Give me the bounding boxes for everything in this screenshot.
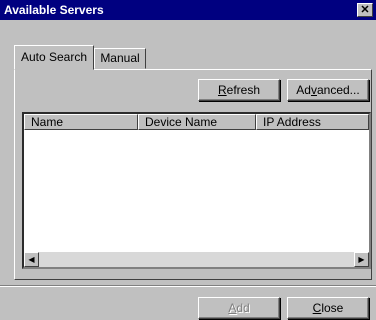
scroll-left-arrow-icon[interactable]: ◀ <box>24 252 39 267</box>
horizontal-scrollbar[interactable]: ◀ ▶ <box>24 252 369 267</box>
refresh-label: efresh <box>226 83 261 97</box>
add-button[interactable]: Add <box>198 297 280 319</box>
column-header-ip-address[interactable]: IP Address <box>256 114 369 130</box>
advanced-label-pre: Ad <box>296 83 311 97</box>
close-label: lose <box>321 301 344 315</box>
tab-manual[interactable]: Manual <box>94 48 146 69</box>
column-header-device-name[interactable]: Device Name <box>138 114 256 130</box>
add-label: dd <box>236 301 250 315</box>
scroll-right-arrow-icon[interactable]: ▶ <box>354 252 369 267</box>
window-title: Available Servers <box>4 3 104 17</box>
close-window-button[interactable]: ✕ <box>357 3 373 17</box>
advanced-label-post: anced... <box>316 83 360 97</box>
footer-divider <box>0 285 376 287</box>
server-list[interactable]: Name Device Name IP Address ◀ ▶ <box>22 112 371 269</box>
column-header-name[interactable]: Name <box>24 114 138 130</box>
close-button[interactable]: Close <box>287 297 369 319</box>
refresh-button[interactable]: Refresh <box>198 79 280 101</box>
refresh-mnemonic: R <box>217 83 227 97</box>
advanced-button[interactable]: Advanced... <box>287 79 369 101</box>
title-bar: Available Servers ✕ <box>0 0 376 20</box>
tab-auto-search[interactable]: Auto Search <box>14 45 94 70</box>
